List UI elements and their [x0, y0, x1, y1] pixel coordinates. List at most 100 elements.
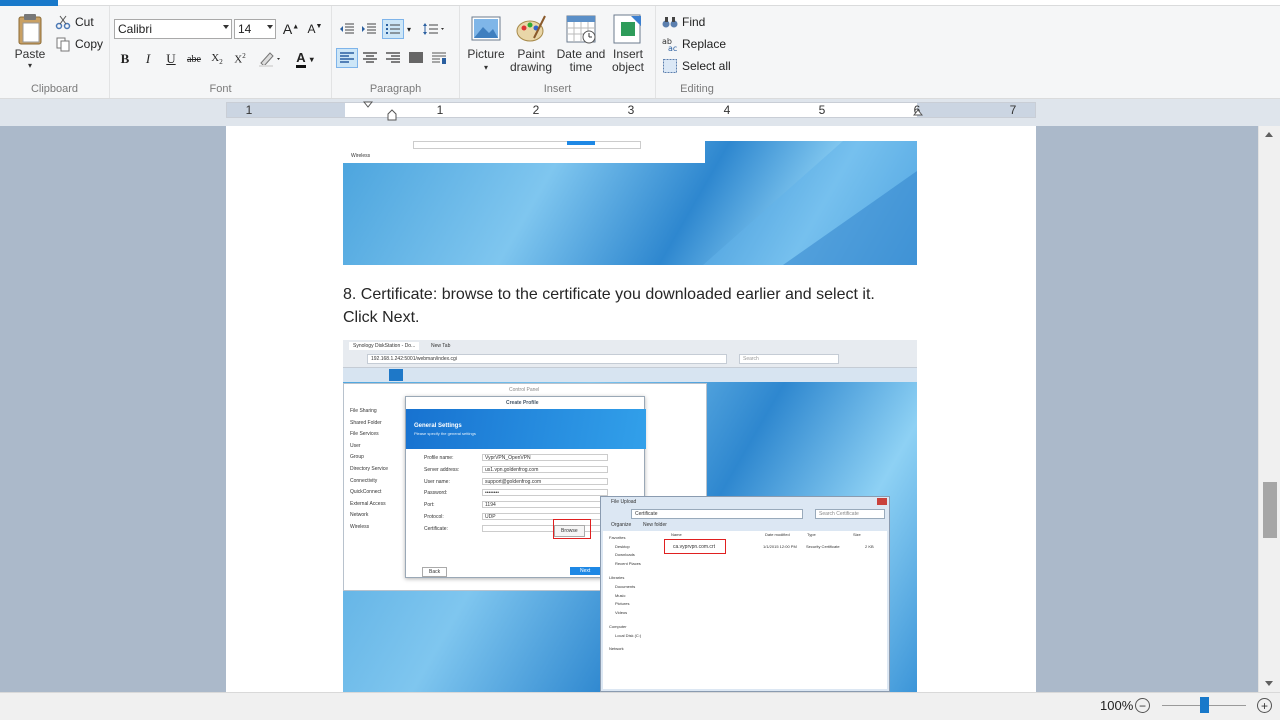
decrease-indent-icon — [340, 23, 354, 34]
strikethrough-button[interactable]: abe — [183, 48, 205, 70]
align-left-button[interactable] — [336, 48, 358, 68]
document-workspace[interactable]: Wireless 8. Certificate: browse to the c… — [0, 126, 1258, 692]
scroll-down-icon[interactable] — [1265, 681, 1273, 686]
close-icon — [877, 498, 887, 505]
picture-button[interactable]: Picture ▾ — [466, 12, 506, 74]
zoom-in-button[interactable]: + — [1257, 698, 1272, 713]
zoom-level: 100% — [1100, 698, 1134, 713]
zoom-slider-thumb[interactable] — [1200, 697, 1209, 713]
find-label: Find — [682, 15, 706, 29]
ruler-number: 3 — [627, 103, 635, 117]
ruler-number: 4 — [723, 103, 731, 117]
screenshot-sidebar-item: QuickConnect — [350, 489, 382, 496]
scissors-icon — [55, 15, 71, 30]
underline-button[interactable]: U — [160, 48, 182, 70]
line-spacing-button[interactable] — [420, 19, 450, 39]
screenshot-field-label: Server address: — [424, 466, 460, 473]
screenshot-url: 192.168.1.242:5001/webman/index.cgi — [367, 354, 727, 364]
screenshot-nav-item: Documents — [615, 584, 636, 589]
highlight-color-button[interactable] — [256, 48, 286, 70]
italic-button[interactable]: I — [137, 48, 159, 70]
embedded-screenshot-top[interactable]: Wireless — [343, 141, 917, 265]
screenshot-column-header: Date modified — [765, 532, 790, 537]
underline-icon: U — [166, 51, 176, 66]
zoom-out-button[interactable]: − — [1135, 698, 1150, 713]
picture-label: Picture — [467, 47, 505, 61]
subscript-button[interactable]: X2 — [206, 48, 228, 70]
screenshot-nav-item: Recent Places — [615, 560, 641, 566]
superscript-button[interactable]: X2 — [229, 48, 251, 70]
cut-label: Cut — [75, 15, 94, 29]
screenshot-dialog-sub: Please specify the general settings — [414, 431, 476, 436]
paste-label: Paste — [14, 47, 46, 61]
screenshot-file-type: Security Certificate — [806, 544, 840, 549]
align-right-button[interactable] — [382, 48, 404, 68]
calendar-icon — [566, 15, 596, 44]
paste-button[interactable]: Paste ▾ — [10, 12, 50, 71]
ruler-number: 7 — [1009, 103, 1017, 117]
document-page[interactable]: Wireless 8. Certificate: browse to the c… — [226, 126, 1036, 692]
find-button[interactable]: Find — [662, 14, 705, 30]
screenshot-field-label: Password: — [424, 490, 448, 497]
first-line-indent-marker[interactable] — [363, 101, 373, 119]
screenshot-column-header: Size — [853, 532, 861, 537]
paste-dropdown-icon[interactable]: ▾ — [28, 61, 32, 71]
select-all-button[interactable]: Select all — [662, 58, 731, 74]
ruler-number: 2 — [532, 103, 540, 117]
clipboard-group: Paste ▾ Cut Copy Clipboard — [0, 6, 110, 98]
insert-object-button[interactable]: Insert object — [608, 12, 648, 74]
screenshot-nav-item: Computer — [609, 624, 627, 630]
replace-button[interactable]: ab ac Replace — [662, 36, 726, 52]
justify-icon — [409, 52, 423, 63]
font-family-combo[interactable]: Calibri — [114, 19, 232, 39]
screenshot-dialog-title: Create Profile — [506, 400, 539, 406]
copy-button[interactable]: Copy — [55, 36, 103, 52]
vertical-scrollbar[interactable] — [1258, 126, 1280, 692]
align-center-button[interactable] — [359, 48, 381, 68]
instruction-paragraph[interactable]: 8. Certificate: browse to the certificat… — [343, 283, 913, 329]
scroll-up-icon[interactable] — [1265, 132, 1273, 137]
shrink-font-icon: A▼ — [307, 22, 323, 36]
strikethrough-icon: abe — [187, 53, 201, 65]
paint-drawing-button[interactable]: Paint drawing — [508, 12, 554, 74]
line-spacing-icon — [423, 23, 444, 35]
shrink-font-button[interactable]: A▼ — [304, 18, 326, 40]
screenshot-file-size: 2 KB — [865, 544, 874, 549]
text-color-button[interactable]: A ▾ — [290, 48, 320, 70]
screenshot-field-value: support@goldenfrog.com — [482, 477, 608, 485]
screenshot-wallpaper-shapes — [703, 141, 917, 265]
picture-icon — [471, 16, 501, 41]
left-indent-marker[interactable] — [387, 109, 397, 121]
paragraph-settings-button[interactable] — [428, 48, 450, 68]
grow-font-button[interactable]: A▲ — [280, 18, 302, 40]
scrollbar-thumb[interactable] — [1263, 482, 1277, 538]
embedded-screenshot-certificate[interactable]: Synology DiskStation - Do... New Tab 192… — [343, 340, 917, 692]
ruler[interactable]: 1 1 2 3 4 5 6 7 — [226, 101, 1036, 121]
ruler-number: 5 — [818, 103, 826, 117]
screenshot-sidebar-item: Network — [350, 512, 369, 519]
screenshot-upload-search: Search Certificate — [815, 509, 885, 519]
increase-indent-button[interactable] — [358, 19, 380, 39]
bullets-dropdown[interactable]: ▾ — [404, 19, 414, 39]
screenshot-sidebar-item: File Sharing — [350, 408, 377, 414]
decrease-indent-button[interactable] — [336, 19, 358, 39]
replace-label: Replace — [682, 37, 727, 51]
bullets-button[interactable] — [382, 19, 404, 39]
screenshot-nav-item: Pictures — [615, 601, 630, 607]
date-time-button[interactable]: Date and time — [556, 12, 606, 74]
screenshot-upload-path: Certificate — [631, 509, 803, 519]
font-size-combo[interactable]: 14 — [234, 19, 276, 39]
right-indent-marker[interactable] — [913, 109, 923, 119]
screenshot-control-panel-title: Control Panel — [509, 387, 540, 393]
cut-button[interactable]: Cut — [55, 14, 94, 30]
screenshot-nav-item: Favorites — [609, 535, 626, 540]
ribbon: Paste ▾ Cut Copy Clipboard Calibri 14 A▲… — [0, 0, 1280, 99]
insert-group-label: Insert — [543, 83, 572, 95]
font-group-label: Font — [209, 83, 232, 95]
align-left-icon — [340, 52, 354, 63]
screenshot-dsm-bar — [343, 368, 917, 382]
font-group: Calibri 14 A▲ A▼ B I U abe X2 X2 A ▾ Font — [110, 6, 332, 98]
justify-button[interactable] — [405, 48, 427, 68]
chevron-down-icon — [267, 25, 273, 29]
bold-button[interactable]: B — [114, 48, 136, 70]
